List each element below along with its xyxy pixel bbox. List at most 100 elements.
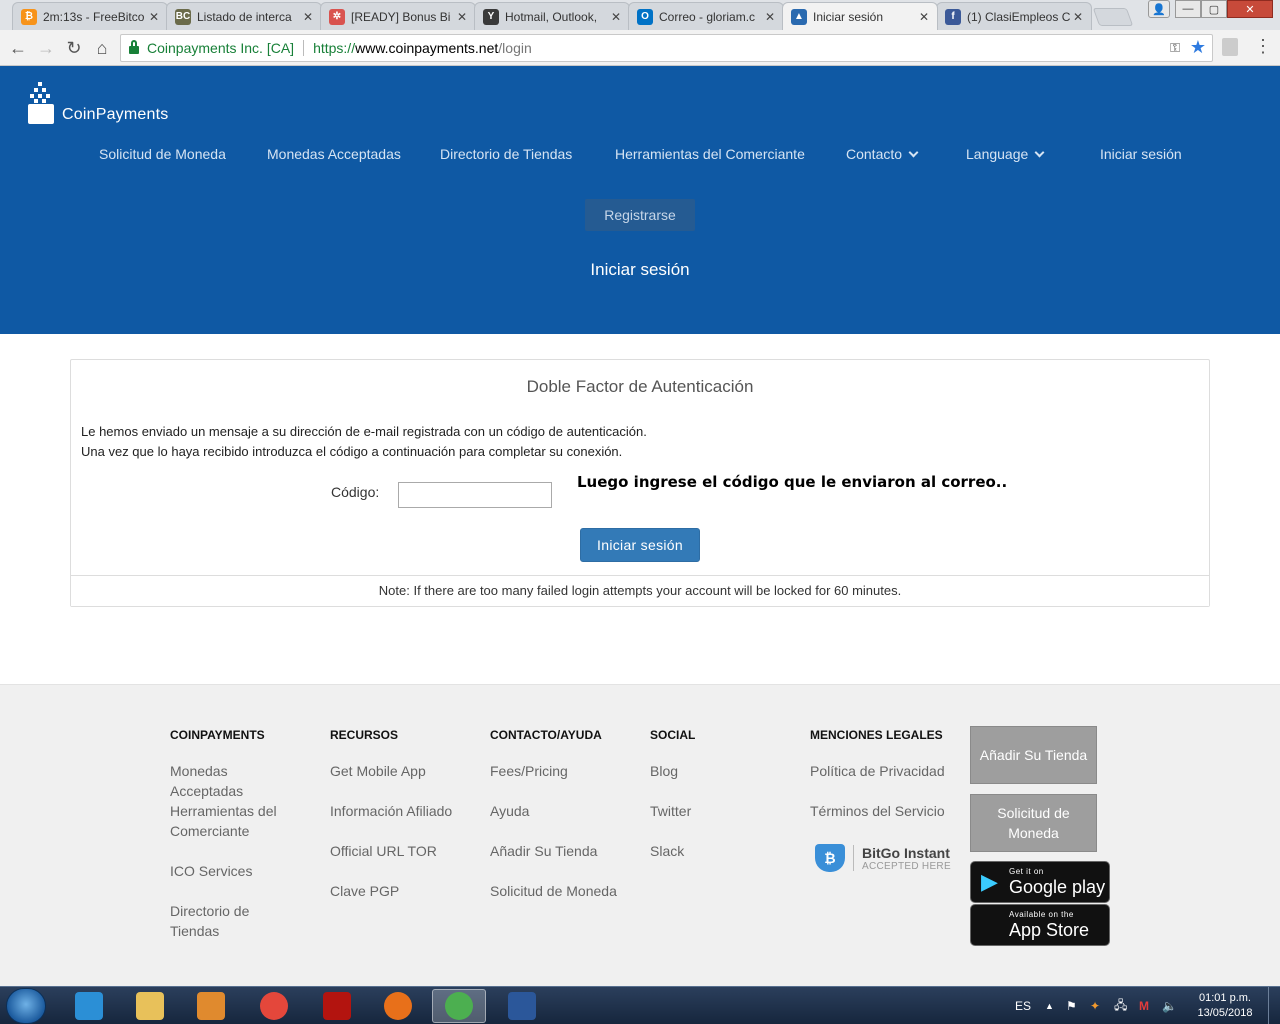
footer-link[interactable]: Añadir Su Tienda <box>490 841 630 861</box>
footer-link[interactable]: Fees/Pricing <box>490 761 630 781</box>
main-nav: Solicitud de Moneda Monedas Acceptadas D… <box>0 146 1280 166</box>
nav-monedas-acceptadas[interactable]: Monedas Acceptadas <box>267 146 401 162</box>
close-tab-icon[interactable]: ✕ <box>609 10 623 24</box>
google-play-badge[interactable]: ▶ Get it on Google play <box>970 861 1110 903</box>
close-tab-icon[interactable]: ✕ <box>1071 10 1085 24</box>
footer-link[interactable]: Official URL TOR <box>330 841 470 861</box>
taskbar-app[interactable] <box>123 989 177 1023</box>
code-input[interactable] <box>398 482 552 508</box>
taskbar-app[interactable] <box>495 989 549 1023</box>
home-icon[interactable]: ⌂ <box>90 36 114 60</box>
key-icon[interactable]: ⚿ <box>1170 40 1180 56</box>
browser-tab[interactable]: ₿ 2m:13s - FreeBitco ✕ <box>12 2 168 30</box>
tray-expand-icon[interactable]: ▲ <box>1045 987 1054 1024</box>
tab-title: Correo - gloriam.c <box>659 9 756 24</box>
maximize-button[interactable]: ▢ <box>1201 0 1227 18</box>
browser-tab[interactable]: BC Listado de interca ✕ <box>166 2 322 30</box>
close-window-button[interactable]: ✕ <box>1227 0 1273 18</box>
nav-label: Monedas Acceptadas <box>267 146 401 162</box>
reload-icon[interactable]: ↻ <box>62 36 86 60</box>
bitgo-divider <box>853 845 854 871</box>
extension-icon[interactable] <box>1222 38 1238 56</box>
taskbar-app[interactable] <box>371 989 425 1023</box>
show-desktop-button[interactable] <box>1268 987 1280 1024</box>
nav-solicitud-moneda[interactable]: Solicitud de Moneda <box>99 146 226 162</box>
footer-link[interactable]: Ayuda <box>490 801 630 821</box>
taskbar-app[interactable] <box>432 989 486 1023</box>
footer-link[interactable]: Herramientas del Comerciante <box>170 801 300 841</box>
footer-link[interactable]: Slack <box>650 841 770 861</box>
register-button[interactable]: Registrarse <box>585 199 695 231</box>
request-coin-button[interactable]: Solicitud de Moneda <box>970 794 1097 852</box>
flag-icon[interactable]: ⚑ <box>1066 987 1077 1024</box>
app-store-badge[interactable]: Available on the App Store <box>970 904 1110 946</box>
browser-tab[interactable]: Y Hotmail, Outlook, ✕ <box>474 2 630 30</box>
browser-tab[interactable]: ✲ [READY] Bonus Bi ✕ <box>320 2 476 30</box>
close-tab-icon[interactable]: ✕ <box>763 10 777 24</box>
footer-link[interactable]: Política de Privacidad <box>810 761 950 781</box>
browser-tab[interactable]: f (1) ClasiEmpleos C ✕ <box>936 2 1092 30</box>
browser-tab[interactable]: O Correo - gloriam.c ✕ <box>628 2 784 30</box>
coinpayments-logo[interactable]: CoinPayments <box>28 82 168 124</box>
bitgo-subtitle: ACCEPTED HERE <box>862 860 951 872</box>
tab-title: 2m:13s - FreeBitco <box>43 9 145 24</box>
nav-language[interactable]: Language <box>966 146 1045 162</box>
browser-menu-icon[interactable]: ⋮ <box>1254 36 1272 57</box>
footer-link[interactable]: Directorio de Tiendas <box>170 901 300 941</box>
panel-title: Doble Factor de Autenticación <box>526 377 754 396</box>
taskbar-app[interactable] <box>247 989 301 1023</box>
footer-link[interactable]: Twitter <box>650 801 770 821</box>
clock-time: 01:01 p.m. <box>1199 992 1251 1004</box>
start-button[interactable] <box>6 988 46 1024</box>
close-tab-icon[interactable]: ✕ <box>455 10 469 24</box>
bc-icon: BC <box>175 8 191 25</box>
forward-arrow-icon[interactable]: → <box>34 36 58 60</box>
nav-herramientas[interactable]: Herramientas del Comerciante <box>615 146 805 162</box>
footer-link[interactable]: Información Afiliado <box>330 801 470 821</box>
bookmark-star-icon[interactable]: ★ <box>1190 37 1206 58</box>
taskbar-app[interactable] <box>62 989 116 1023</box>
network-icon[interactable]: 🖧 <box>1114 987 1127 1024</box>
minimize-button[interactable]: — <box>1175 0 1201 18</box>
footer-heading: RECURSOS <box>330 728 399 742</box>
url-host: www.coinpayments.net <box>355 40 499 56</box>
footer-link[interactable]: Get Mobile App <box>330 761 470 781</box>
login-button[interactable]: Iniciar sesión <box>580 528 700 562</box>
footer-link[interactable]: Términos del Servicio <box>810 801 950 821</box>
close-tab-icon[interactable]: ✕ <box>147 10 161 24</box>
nav-contacto[interactable]: Contacto <box>846 146 919 162</box>
app-store-small: Available on the <box>1009 910 1074 919</box>
taskbar-app[interactable] <box>184 989 238 1023</box>
language-indicator[interactable]: ES <box>1015 987 1031 1024</box>
firefox-icon <box>384 992 412 1020</box>
nav-directorio-tiendas[interactable]: Directorio de Tiendas <box>440 146 572 162</box>
tab-title: Hotmail, Outlook, <box>505 9 598 24</box>
footer-link[interactable]: Clave PGP <box>330 881 470 901</box>
footer-link[interactable]: Solicitud de Moneda <box>490 881 630 901</box>
profile-icon[interactable]: 👤 <box>1148 0 1170 18</box>
system-clock[interactable]: 01:01 p.m. 13/05/2018 <box>1190 991 1260 1021</box>
bitgo-shield-icon: ₿ <box>815 844 845 872</box>
back-arrow-icon[interactable]: ← <box>6 36 30 60</box>
windows-taskbar: ES ▲ ⚑ ✦ 🖧 M 🔈 01:01 p.m. 13/05/2018 <box>0 986 1280 1024</box>
browser-tab[interactable]: ▲ Iniciar sesión ✕ <box>782 2 938 30</box>
antivirus-icon[interactable]: M <box>1139 987 1149 1024</box>
footer-link[interactable]: ICO Services <box>170 861 300 881</box>
bitgo-badge[interactable]: ₿ BitGo Instant ACCEPTED HERE <box>815 844 951 872</box>
footer-link[interactable]: Blog <box>650 761 770 781</box>
address-bar[interactable]: Coinpayments Inc. [CA] https://www.coinp… <box>120 34 1213 62</box>
message-line-2: Una vez que lo haya recibido introduzca … <box>81 444 623 459</box>
tab-title: Listado de interca <box>197 9 292 24</box>
volume-icon[interactable]: 🔈 <box>1162 987 1177 1024</box>
metamask-icon[interactable]: ✦ <box>1090 987 1100 1024</box>
close-tab-icon[interactable]: ✕ <box>301 10 315 24</box>
taskbar-app[interactable] <box>310 989 364 1023</box>
close-tab-icon[interactable]: ✕ <box>917 10 931 24</box>
google-play-small: Get it on <box>1009 867 1044 876</box>
footer-link[interactable]: Monedas Acceptadas <box>170 761 300 801</box>
nav-iniciar-sesion[interactable]: Iniciar sesión <box>1100 146 1182 162</box>
add-store-button[interactable]: Añadir Su Tienda <box>970 726 1097 784</box>
new-tab-button[interactable] <box>1092 8 1134 26</box>
nav-label: Directorio de Tiendas <box>440 146 573 162</box>
pattern-icon: ✲ <box>329 8 345 25</box>
